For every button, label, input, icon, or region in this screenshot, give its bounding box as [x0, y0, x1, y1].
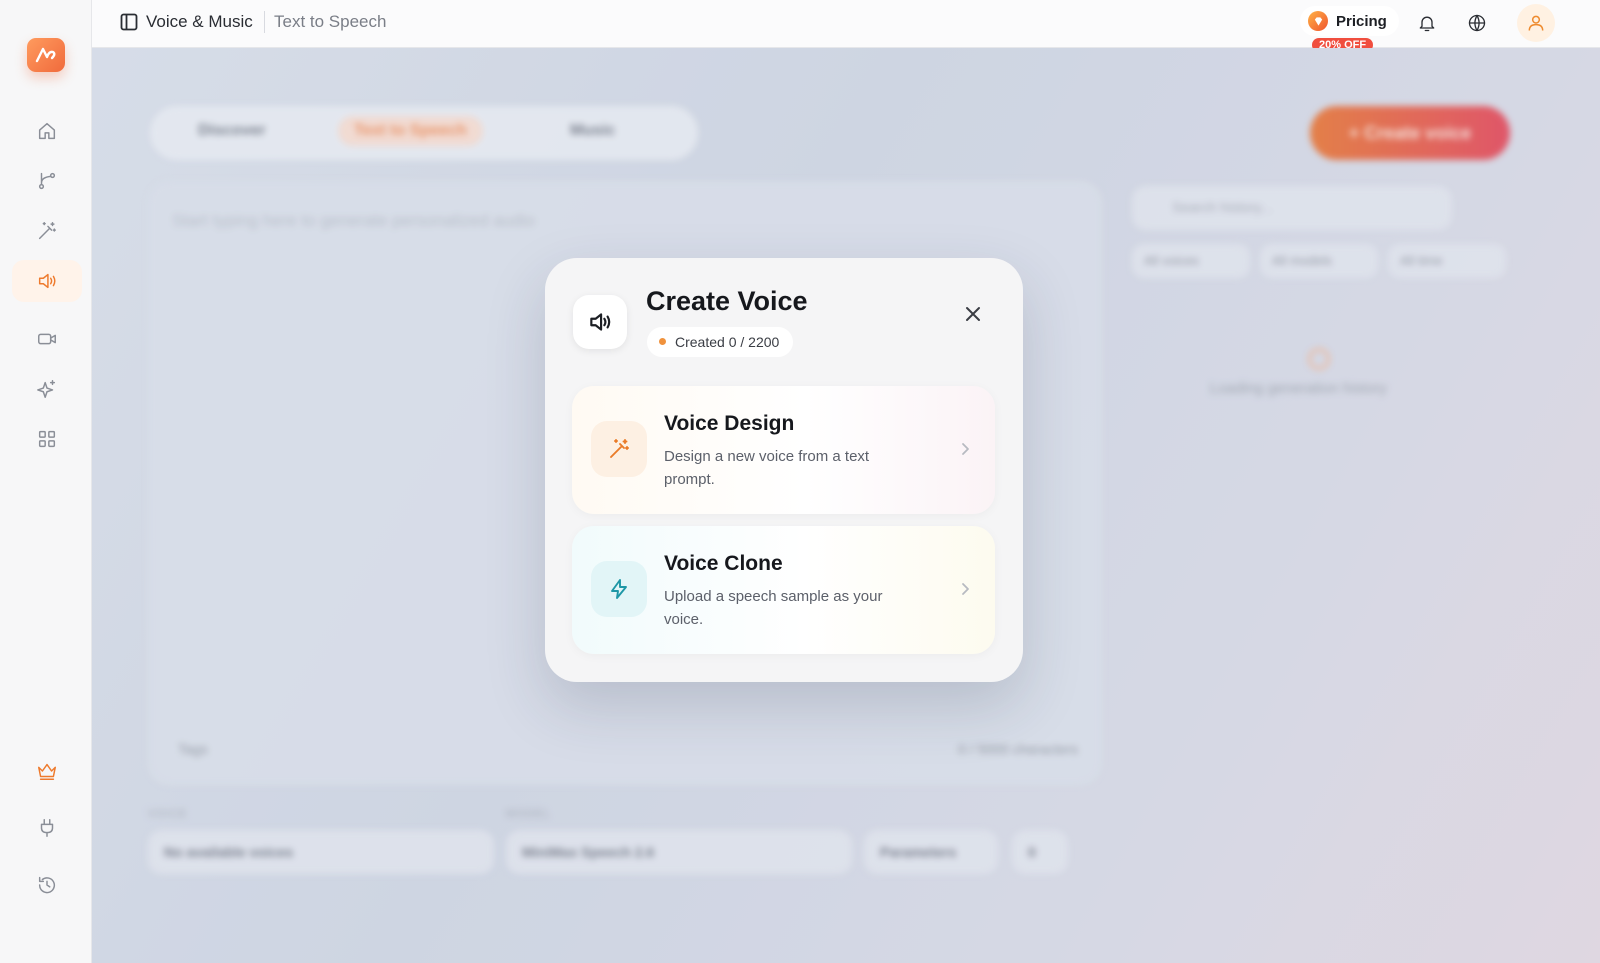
sidebar-item-ai[interactable]: [12, 368, 82, 410]
user-avatar[interactable]: [1517, 4, 1555, 42]
plug-icon: [40, 819, 54, 837]
speaker-icon: [38, 273, 56, 289]
video-icon: [38, 333, 56, 345]
chevron-right-icon: [957, 581, 973, 597]
breadcrumb-page: Text to Speech: [274, 12, 387, 31]
magic-wand-icon: [38, 222, 56, 240]
close-icon[interactable]: [961, 302, 985, 326]
lightning-icon: [591, 561, 647, 617]
voice-clone-option[interactable]: Voice Clone Upload a speech sample as yo…: [572, 526, 995, 654]
sparkles-icon: [37, 380, 56, 398]
user-icon: [1528, 15, 1544, 31]
history-icon: [38, 876, 55, 894]
magic-wand-icon: [591, 421, 647, 477]
notification-bell-icon[interactable]: [1415, 11, 1439, 35]
sidebar-item-history[interactable]: [12, 864, 82, 906]
sidebar-item-plugins[interactable]: [12, 807, 82, 849]
voice-design-option[interactable]: Voice Design Design a new voice from a t…: [572, 386, 995, 514]
sidebar-item-home[interactable]: [12, 110, 82, 152]
app-logo[interactable]: [27, 38, 65, 72]
voice-clone-title: Voice Clone: [664, 552, 783, 575]
gem-icon: [1308, 11, 1328, 31]
sidebar-item-video[interactable]: [12, 318, 82, 360]
pricing-label: Pricing: [1336, 12, 1387, 30]
voice-design-title: Voice Design: [664, 412, 795, 435]
sidebar-item-premium[interactable]: [12, 750, 82, 792]
branch-icon: [38, 172, 56, 190]
modal-title: Create Voice: [646, 286, 808, 316]
chevron-right-icon: [957, 441, 973, 457]
grid-icon: [38, 430, 56, 448]
sidebar-toggle-icon[interactable]: [120, 13, 138, 31]
home-icon: [38, 122, 56, 140]
sidebar-item-voice[interactable]: [12, 260, 82, 302]
voice-design-description: Design a new voice from a text prompt.: [664, 448, 870, 488]
created-count-text: Created 0 / 2200: [675, 334, 780, 350]
breadcrumb-section[interactable]: Voice & Music: [146, 12, 253, 32]
voice-clone-description: Upload a speech sample as your voice.: [664, 588, 883, 628]
language-globe-icon[interactable]: [1465, 11, 1489, 35]
top-bar: Voice & Music Text to Speech Pricing 20%…: [92, 0, 1600, 52]
created-count-badge: Created 0 / 2200: [647, 327, 794, 357]
status-dot: [659, 338, 666, 345]
sidebar-item-workflow[interactable]: [12, 160, 82, 202]
modal-speaker-icon: [573, 295, 627, 349]
breadcrumb-divider: [264, 11, 265, 33]
sidebar-item-apps[interactable]: [12, 418, 82, 460]
pricing-button[interactable]: Pricing: [1300, 6, 1399, 36]
create-voice-modal: Create Voice Created 0 / 2200 Voice Desi…: [545, 258, 1023, 682]
sidebar: [0, 0, 92, 963]
crown-icon: [38, 763, 56, 780]
logo-mark-icon: [35, 47, 56, 63]
sidebar-item-magic[interactable]: [12, 210, 82, 252]
